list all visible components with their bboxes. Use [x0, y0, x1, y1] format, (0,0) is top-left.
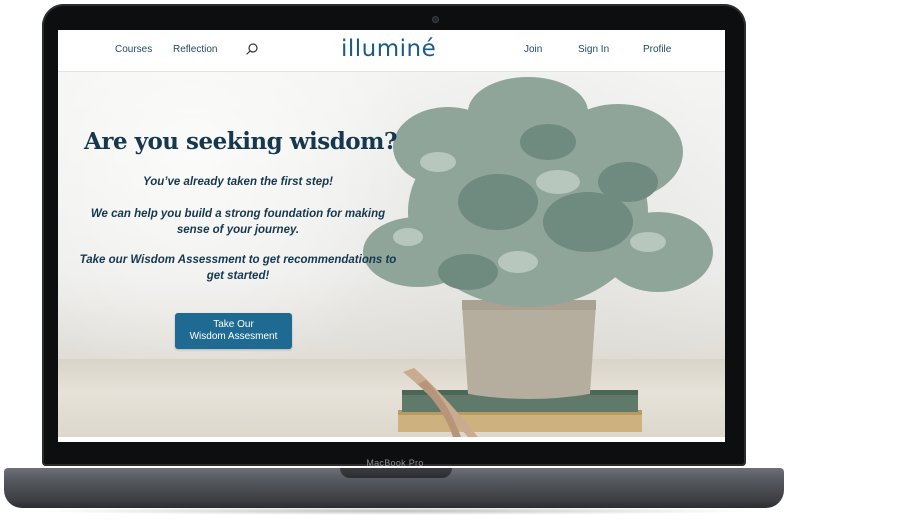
take-assessment-button[interactable]: Take Our Wisdom Assesment: [175, 313, 292, 349]
nav-sign-in-link[interactable]: Sign In: [578, 44, 609, 55]
device-brand-label: MacBook Pro: [366, 458, 424, 468]
hero-line-first-step: You’ve already taken the first step!: [142, 176, 334, 188]
nav-profile-link[interactable]: Profile: [643, 44, 671, 55]
site-logo[interactable]: illuminé: [341, 36, 436, 62]
cta-label-line2: Wisdom Assesment: [189, 331, 278, 342]
screen-bottom-edge: [58, 437, 725, 442]
hero-section: Are you seeking wisdom? You’ve already t…: [58, 72, 725, 442]
search-icon[interactable]: [245, 42, 259, 56]
browser-screen: Courses Reflection illuminé Join Sign In…: [58, 30, 725, 442]
hero-line-assessment: Take our Wisdom Assessment to get recomm…: [79, 254, 397, 282]
top-navbar: Courses Reflection illuminé Join Sign In…: [58, 30, 725, 72]
hero-title: Are you seeking wisdom?: [84, 128, 397, 155]
laptop-shadow: [30, 507, 760, 515]
cta-label-line1: Take Our: [213, 319, 254, 330]
trackpad-notch: [340, 468, 452, 478]
hero-line-foundation: We can help you build a strong foundatio…: [90, 208, 386, 236]
laptop-base: [4, 468, 784, 508]
nav-courses-link[interactable]: Courses: [115, 44, 152, 55]
nav-reflection-link[interactable]: Reflection: [173, 44, 217, 55]
nav-join-link[interactable]: Join: [524, 44, 542, 55]
camera-icon: [432, 16, 439, 23]
